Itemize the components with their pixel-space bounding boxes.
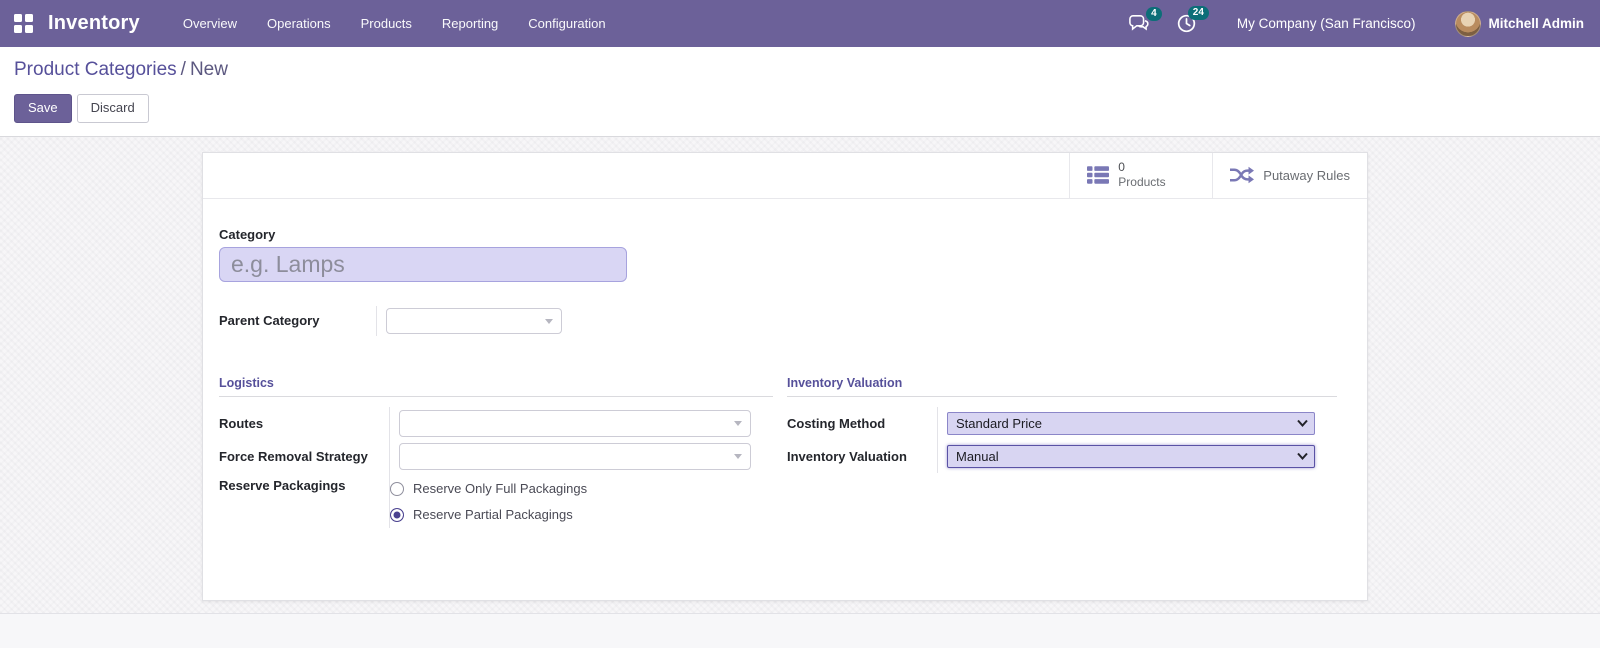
category-name-input[interactable] [219, 246, 627, 282]
chevron-down-icon [734, 454, 742, 460]
products-stat-text: 0 Products [1118, 160, 1165, 191]
radio-reserve-partial-label: Reserve Partial Packagings [413, 507, 573, 523]
apps-menu-icon[interactable] [14, 14, 33, 33]
products-count: 0 [1118, 159, 1125, 174]
form-groups: Logistics Routes Force Removal Strategy … [219, 376, 1351, 528]
routes-label: Routes [219, 415, 264, 431]
category-field-block: Category [219, 227, 1351, 282]
content-background: 0 Products Putaway Rules Category e.g. L… [0, 136, 1600, 613]
user-menu[interactable]: Mitchell Admin [1455, 10, 1584, 37]
routes-label-cell: Routes [219, 406, 390, 440]
menu-overview[interactable]: Overview [168, 0, 252, 47]
radio-checked-icon[interactable] [390, 507, 404, 522]
radio-reserve-full-label: Reserve Only Full Packagings [413, 481, 588, 497]
user-avatar [1455, 10, 1482, 37]
inventory-valuation-select[interactable]: Manual [947, 444, 1315, 468]
chevron-down-icon [734, 421, 742, 427]
app-title[interactable]: Inventory [48, 12, 140, 35]
routes-combobox[interactable] [399, 409, 751, 437]
company-switcher[interactable]: My Company (San Francisco) [1237, 16, 1416, 31]
apps-grid-square [14, 25, 22, 33]
activities-count-badge: 24 [1187, 6, 1209, 20]
navbar-systray: 4 24 My Company (San Francisco) Mitchell… [1128, 6, 1584, 37]
control-panel: Product Categories / New Save Discard [0, 47, 1600, 137]
chevron-down-icon [545, 318, 553, 324]
radio-unchecked-icon[interactable] [390, 481, 404, 496]
products-stat-button[interactable]: 0 Products [1069, 152, 1213, 198]
inventory-valuation-label-cell: Inventory Valuation [787, 439, 938, 473]
logistics-group: Logistics Routes Force Removal Strategy … [219, 376, 773, 528]
radio-reserve-partial[interactable]: Reserve Partial Packagings [390, 502, 773, 528]
messages-count-badge: 4 [1145, 6, 1162, 21]
force-removal-value-cell [390, 442, 773, 470]
top-navbar: Inventory Overview Operations Products R… [0, 0, 1600, 47]
putaway-rules-stat-button[interactable]: Putaway Rules [1212, 152, 1367, 198]
form-body: Category Parent Category Logistics [203, 227, 1367, 528]
apps-grid-square [14, 14, 22, 22]
activities-button[interactable]: 24 [1176, 6, 1209, 34]
force-removal-label-cell: Force Removal Strategy [219, 439, 390, 473]
category-label: Category [219, 226, 276, 242]
menu-products[interactable]: Products [346, 0, 427, 47]
inventory-valuation-value-cell: Manual [938, 444, 1337, 468]
form-sheet: 0 Products Putaway Rules Category e.g. L… [202, 151, 1368, 601]
menu-operations[interactable]: Operations [252, 0, 346, 47]
bottom-band [0, 612, 1600, 648]
parent-category-label: Parent Category [219, 313, 320, 329]
routes-value-cell [390, 409, 773, 437]
messages-button[interactable]: 4 [1128, 6, 1162, 34]
breadcrumb: Product Categories / New [14, 59, 1586, 81]
menu-reporting[interactable]: Reporting [427, 0, 513, 47]
parent-category-label-cell: Parent Category [219, 305, 377, 336]
main-menu: Overview Operations Products Reporting C… [168, 0, 621, 47]
apps-grid-square [25, 25, 33, 33]
products-label: Products [1118, 175, 1166, 190]
routes-row: Routes [219, 406, 773, 440]
parent-category-combobox[interactable] [386, 307, 562, 334]
costing-method-select[interactable]: Standard Price [947, 411, 1315, 435]
reserve-packagings-label: Reserve Packagings [219, 477, 346, 493]
parent-category-row: Parent Category [219, 305, 1351, 336]
costing-method-value-cell: Standard Price [938, 411, 1337, 435]
inventory-valuation-section-title: Inventory Valuation [787, 376, 1337, 397]
force-removal-combobox[interactable] [399, 442, 751, 470]
inventory-valuation-label: Inventory Valuation [787, 448, 907, 464]
discard-button[interactable]: Discard [76, 94, 149, 123]
shuffle-icon [1230, 167, 1255, 184]
apps-grid-square [25, 14, 33, 22]
user-name: Mitchell Admin [1488, 16, 1584, 31]
costing-method-label-cell: Costing Method [787, 406, 938, 440]
th-list-icon [1087, 166, 1110, 185]
putaway-rules-label: Putaway Rules [1263, 167, 1350, 183]
parent-category-value-cell [377, 307, 1351, 334]
breadcrumb-product-categories[interactable]: Product Categories [14, 59, 177, 80]
stat-button-box: 0 Products Putaway Rules [203, 152, 1367, 199]
reserve-packagings-row: Reserve Packagings Reserve Only Full Pac… [219, 472, 773, 528]
breadcrumb-separator: / [180, 59, 186, 80]
form-action-buttons: Save Discard [14, 94, 1586, 123]
breadcrumb-new: New [189, 59, 228, 80]
reserve-packagings-value-cell: Reserve Only Full Packagings Reserve Par… [390, 473, 773, 528]
menu-configuration[interactable]: Configuration [513, 0, 620, 47]
force-removal-label: Force Removal Strategy [219, 448, 368, 464]
costing-method-row: Costing Method Standard Price [787, 406, 1337, 440]
costing-method-label: Costing Method [787, 415, 886, 431]
save-button[interactable]: Save [14, 94, 72, 123]
logistics-section-title: Logistics [219, 376, 773, 397]
inventory-valuation-row: Inventory Valuation Manual [787, 439, 1337, 473]
inventory-valuation-group: Inventory Valuation Costing Method Stand… [787, 376, 1337, 528]
force-removal-row: Force Removal Strategy [219, 439, 773, 473]
reserve-packagings-label-cell: Reserve Packagings [219, 472, 390, 528]
radio-reserve-full[interactable]: Reserve Only Full Packagings [390, 476, 773, 502]
